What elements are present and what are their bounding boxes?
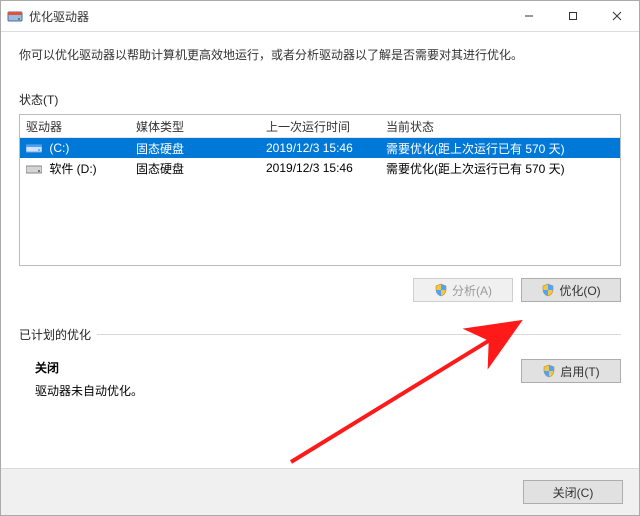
current-status: 需要优化(距上次运行已有 570 天) — [380, 160, 620, 177]
analyze-button[interactable]: 分析(A) — [413, 278, 513, 302]
column-status[interactable]: 当前状态 — [380, 118, 620, 135]
content-area: 你可以优化驱动器以帮助计算机更高效地运行，或者分析驱动器以了解是否需要对其进行优… — [1, 32, 639, 468]
status-label: 状态(T) — [19, 91, 621, 108]
analyze-label: 分析(A) — [452, 282, 492, 299]
drive-icon — [26, 163, 42, 175]
table-row[interactable]: (C:) 固态硬盘 2019/12/3 15:46 需要优化(距上次运行已有 5… — [20, 138, 620, 158]
optimize-drives-window: 优化驱动器 你可以优化驱动器以帮助计算机更高效地运行，或者分析驱动器以了解是否需… — [0, 0, 640, 516]
optimize-button[interactable]: 优化(O) — [521, 278, 621, 302]
drive-list[interactable]: 驱动器 媒体类型 上一次运行时间 当前状态 (C:) — [19, 114, 621, 266]
minimize-button[interactable] — [507, 1, 551, 31]
maximize-button[interactable] — [551, 1, 595, 31]
last-run: 2019/12/3 15:46 — [260, 161, 380, 175]
schedule-state: 关闭 — [35, 359, 521, 376]
window-controls — [507, 1, 639, 31]
title-bar: 优化驱动器 — [1, 1, 639, 32]
drive-name: (C:) — [49, 141, 69, 155]
schedule-title: 已计划的优化 — [19, 326, 97, 343]
list-header[interactable]: 驱动器 媒体类型 上一次运行时间 当前状态 — [20, 115, 620, 138]
current-status: 需要优化(距上次运行已有 570 天) — [380, 140, 620, 157]
app-icon — [7, 8, 23, 24]
schedule-note: 驱动器未自动优化。 — [35, 382, 521, 399]
shield-icon — [542, 364, 556, 378]
action-buttons: 分析(A) 优化(O) — [19, 278, 621, 302]
footer-bar: 关闭(C) — [1, 468, 639, 515]
shield-icon — [541, 283, 555, 297]
last-run: 2019/12/3 15:46 — [260, 141, 380, 155]
close-dialog-button[interactable]: 关闭(C) — [523, 480, 623, 504]
media-type: 固态硬盘 — [130, 140, 260, 157]
shield-icon — [434, 283, 448, 297]
column-last[interactable]: 上一次运行时间 — [260, 118, 380, 135]
table-row[interactable]: 软件 (D:) 固态硬盘 2019/12/3 15:46 需要优化(距上次运行已… — [20, 158, 620, 178]
column-media[interactable]: 媒体类型 — [130, 118, 260, 135]
optimize-label: 优化(O) — [559, 282, 600, 299]
media-type: 固态硬盘 — [130, 160, 260, 177]
turn-on-button[interactable]: 启用(T) — [521, 359, 621, 383]
column-drive[interactable]: 驱动器 — [20, 118, 130, 135]
schedule-section: 已计划的优化 关闭 驱动器未自动优化。 — [19, 334, 621, 399]
drive-name: 软件 (D:) — [49, 162, 96, 176]
turn-on-label: 启用(T) — [560, 363, 599, 380]
window-title: 优化驱动器 — [29, 8, 507, 25]
close-button[interactable] — [595, 1, 639, 31]
drive-icon — [26, 142, 42, 154]
close-label: 关闭(C) — [553, 484, 594, 501]
description-text: 你可以优化驱动器以帮助计算机更高效地运行，或者分析驱动器以了解是否需要对其进行优… — [19, 46, 621, 63]
